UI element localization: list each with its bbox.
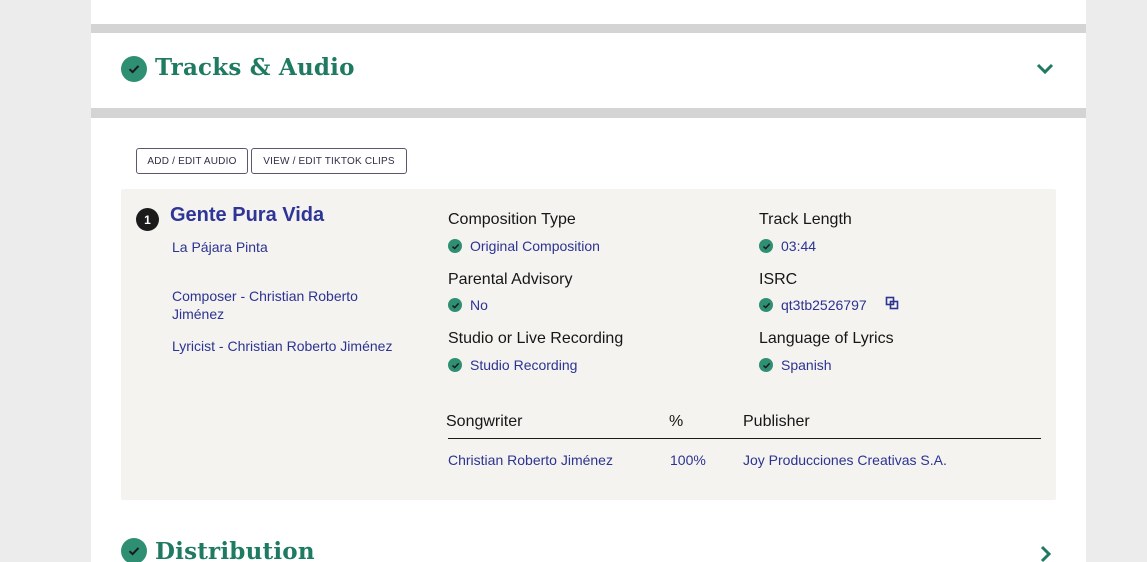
previous-section-card — [91, 0, 1086, 24]
table-cell-publisher: Joy Producciones Creativas S.A. — [743, 452, 947, 468]
chevron-down-icon[interactable] — [1035, 61, 1055, 80]
isrc-label: ISRC — [759, 271, 798, 288]
tracks-audio-section-header[interactable]: Tracks & Audio — [91, 33, 1086, 108]
add-edit-audio-button[interactable]: ADD / EDIT AUDIO — [136, 148, 248, 174]
isrc-value: qt3tb2526797 — [759, 296, 899, 313]
language-text: Spanish — [781, 357, 832, 373]
section-divider — [91, 108, 1086, 118]
table-cell-songwriter: Christian Roberto Jiménez — [448, 452, 613, 468]
parental-advisory-label: Parental Advisory — [448, 271, 573, 288]
copy-icon[interactable] — [885, 296, 899, 310]
track-card: 1 Gente Pura Vida La Pájara Pinta Compos… — [121, 189, 1056, 500]
language-label: Language of Lyrics — [759, 330, 894, 347]
distribution-section-header[interactable]: Distribution — [91, 528, 1086, 562]
recording-type-label: Studio or Live Recording — [448, 330, 624, 347]
chevron-right-icon[interactable] — [1039, 544, 1053, 562]
composition-type-text: Original Composition — [470, 238, 600, 254]
composition-type-value: Original Composition — [448, 238, 600, 254]
composition-type-label: Composition Type — [448, 211, 576, 228]
percent-column-header: % — [669, 413, 684, 430]
track-title[interactable]: Gente Pura Vida — [170, 204, 324, 227]
track-length-text: 03:44 — [781, 238, 817, 254]
section-title: Tracks & Audio — [155, 54, 355, 81]
language-value: Spanish — [759, 357, 832, 373]
composer-credit: Composer - Christian Roberto Jiménez — [172, 288, 358, 322]
songwriter-column-header: Songwriter — [446, 413, 523, 430]
content-column: Tracks & Audio ADD / EDIT AUDIO VIEW / E… — [91, 0, 1086, 562]
check-icon — [448, 358, 462, 372]
parental-advisory-text: No — [470, 297, 488, 313]
check-icon — [448, 298, 462, 312]
parental-advisory-value: No — [448, 297, 488, 313]
check-icon — [448, 239, 462, 253]
section-divider — [91, 24, 1086, 33]
tracks-audio-body: ADD / EDIT AUDIO VIEW / EDIT TIKTOK CLIP… — [91, 118, 1086, 562]
check-icon — [759, 239, 773, 253]
section-title: Distribution — [155, 538, 315, 562]
recording-type-value: Studio Recording — [448, 357, 577, 373]
check-icon — [759, 298, 773, 312]
isrc-text: qt3tb2526797 — [781, 297, 867, 313]
track-artist: La Pájara Pinta — [172, 239, 268, 255]
check-icon — [759, 358, 773, 372]
table-cell-percent: 100% — [670, 452, 706, 468]
check-icon — [121, 538, 147, 562]
view-edit-tiktok-clips-button[interactable]: VIEW / EDIT TIKTOK CLIPS — [251, 148, 407, 174]
table-header-divider — [448, 438, 1041, 439]
lyricist-credit: Lyricist - Christian Roberto Jiménez — [172, 338, 393, 354]
track-number-badge: 1 — [136, 208, 159, 231]
check-icon — [121, 56, 147, 82]
track-length-value: 03:44 — [759, 238, 816, 254]
track-length-label: Track Length — [759, 211, 852, 228]
publisher-column-header: Publisher — [743, 413, 810, 430]
recording-type-text: Studio Recording — [470, 357, 578, 373]
